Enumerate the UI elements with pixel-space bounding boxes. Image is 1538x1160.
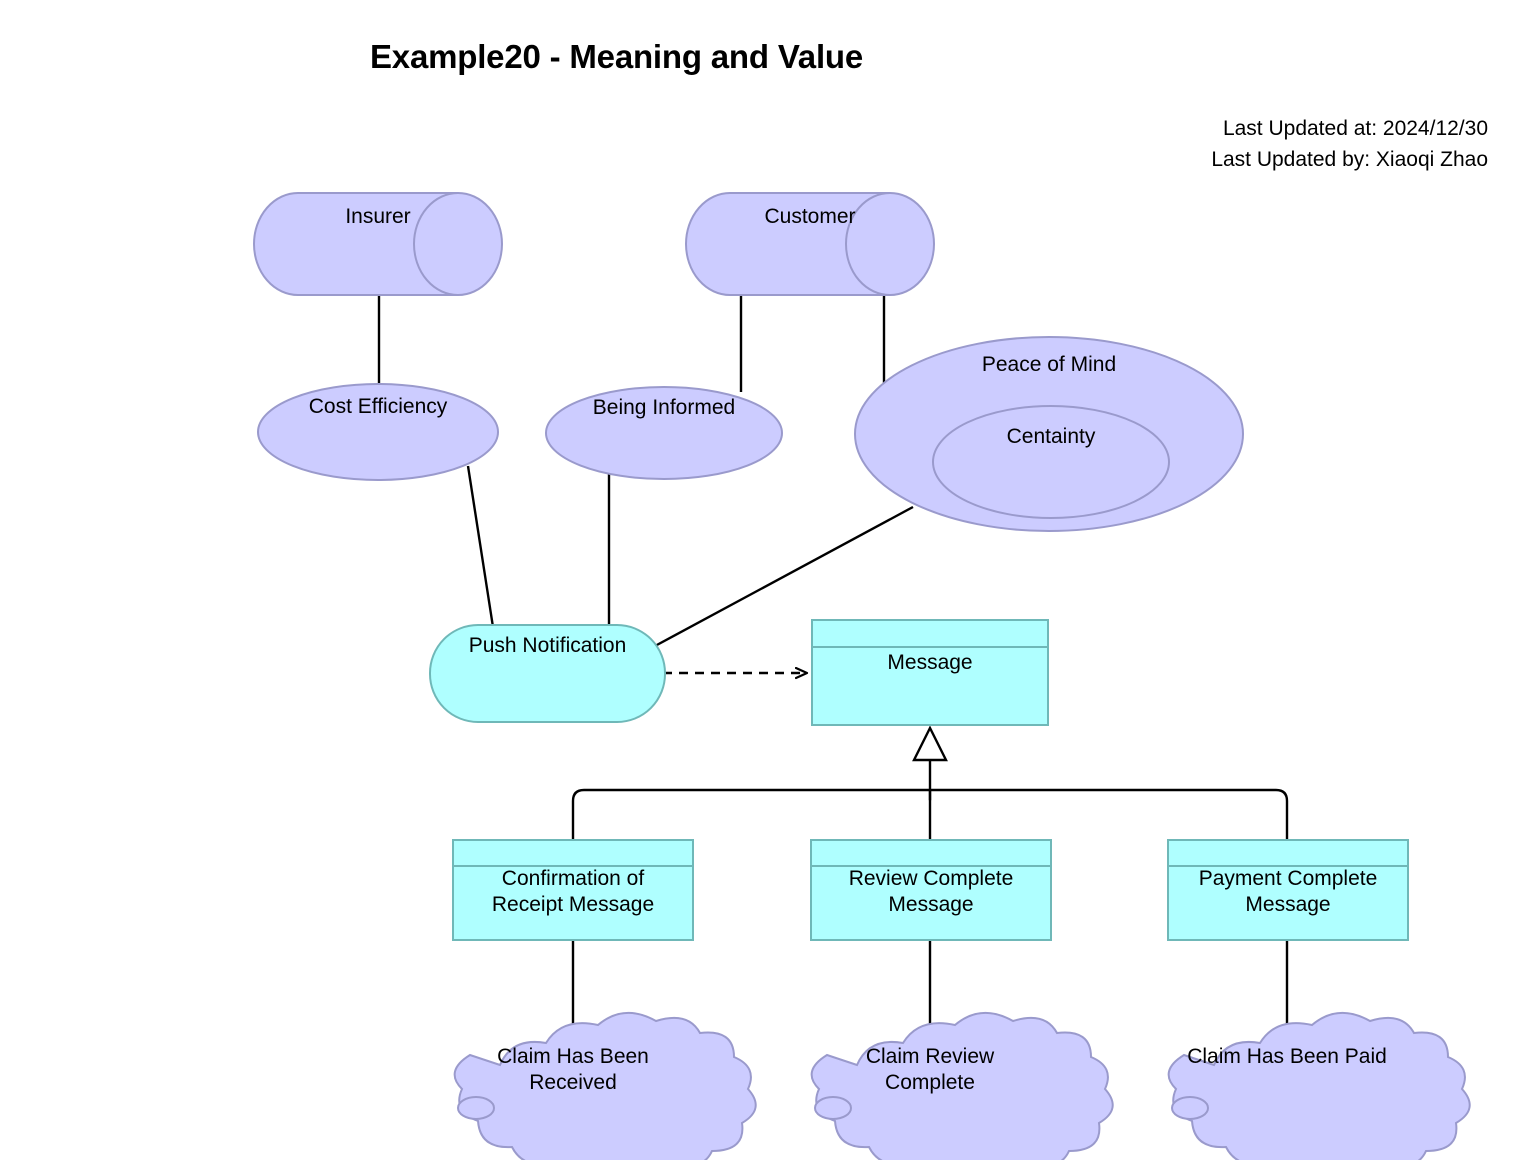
diagram-graphics — [253, 192, 1471, 1160]
node-being-informed[interactable] — [545, 386, 783, 480]
edge-cost-efficiency-push-notification — [466, 465, 495, 628]
node-payment-complete-message[interactable] — [1167, 839, 1409, 941]
node-push-notification[interactable] — [429, 624, 666, 723]
node-confirmation-of-receipt-message[interactable] — [452, 839, 694, 941]
node-insurer[interactable] — [253, 192, 503, 296]
node-message[interactable] — [811, 619, 1049, 726]
node-customer[interactable] — [685, 192, 935, 296]
node-claim-has-been-received[interactable] — [453, 1011, 757, 1160]
node-claim-review-complete[interactable] — [810, 1011, 1114, 1160]
generalization-triangle — [912, 725, 948, 762]
node-claim-has-been-paid[interactable] — [1167, 1011, 1471, 1160]
node-peace-of-mind[interactable] — [854, 336, 1244, 532]
generalization-tree — [571, 758, 1289, 842]
node-review-complete-message[interactable] — [810, 839, 1052, 941]
diagram-canvas: Example20 - Meaning and Value Last Updat… — [0, 0, 1538, 1160]
node-cost-efficiency[interactable] — [257, 383, 499, 481]
